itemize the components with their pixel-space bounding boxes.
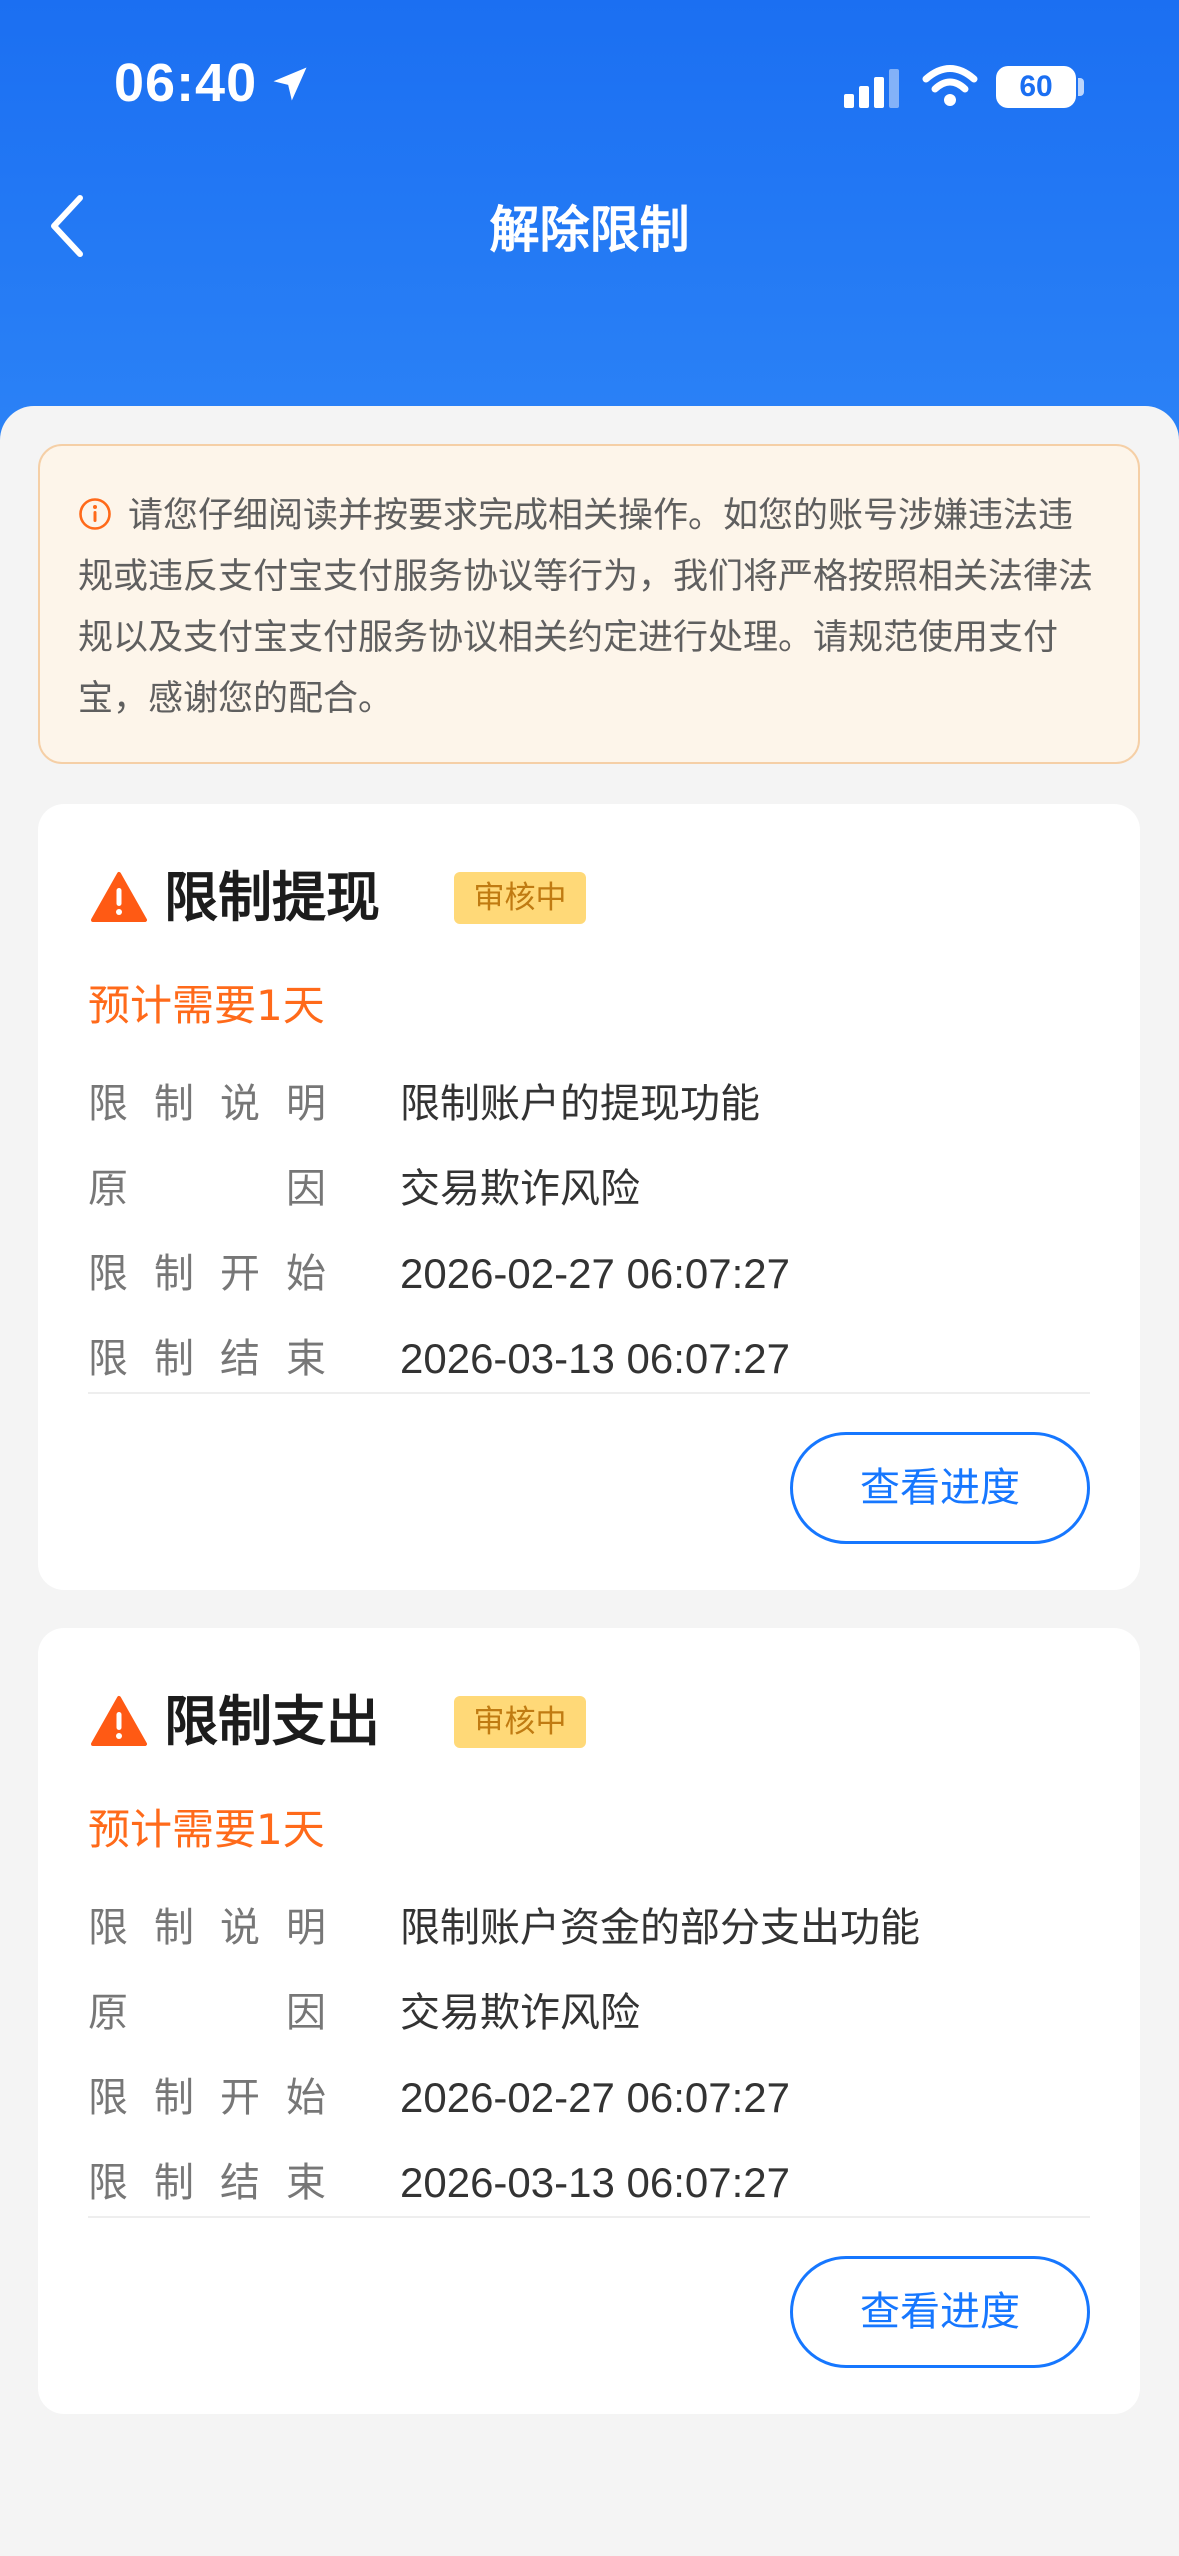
restriction-card-withdraw: 限制提现 审核中 预计需要1天 限制说明 限制账户的提现功能 原因 交易欺诈风险…	[38, 804, 1140, 1590]
status-badge: 审核中	[454, 1696, 586, 1748]
notice-text: 请您仔细阅读并按要求完成相关操作。如您的账号涉嫌违法违规或违反支付宝支付服务协议…	[78, 496, 1094, 719]
notice-box: 请您仔细阅读并按要求完成相关操作。如您的账号涉嫌违法违规或违反支付宝支付服务协议…	[38, 444, 1140, 764]
info-circle-icon	[79, 498, 111, 530]
battery-level: 60	[1019, 70, 1053, 103]
view-progress-button[interactable]: 查看进度	[790, 2256, 1090, 2368]
status-badge: 审核中	[454, 872, 586, 924]
divider	[88, 1392, 1090, 1394]
detail-row-end: 限制结束 2026-03-13 06:07:27	[88, 2153, 1088, 2213]
detail-value: 2026-02-27 06:07:27	[400, 1250, 790, 1297]
detail-value: 2026-02-27 06:07:27	[400, 2074, 790, 2121]
card-title: 限制提现	[164, 866, 380, 929]
status-time: 06:40	[114, 53, 258, 113]
restriction-card-spending: 限制支出 审核中 预计需要1天 限制说明 限制账户资金的部分支出功能 原因 交易…	[38, 1628, 1140, 2414]
card-title: 限制支出	[164, 1690, 380, 1753]
view-progress-button[interactable]: 查看进度	[790, 1432, 1090, 1544]
detail-value: 2026-03-13 06:07:27	[400, 1335, 790, 1382]
detail-label: 限制说明	[88, 1905, 326, 1951]
detail-value: 限制账户的提现功能	[400, 1081, 760, 1127]
detail-row-start: 限制开始 2026-02-27 06:07:27	[88, 2068, 1088, 2128]
detail-label: 原因	[88, 1990, 326, 2036]
wifi-icon	[922, 65, 978, 106]
location-arrow-icon	[273, 67, 307, 101]
page-title: 解除限制	[489, 201, 690, 259]
divider	[88, 2216, 1090, 2218]
detail-label: 限制说明	[88, 1081, 326, 1127]
detail-row-description: 限制说明 限制账户资金的部分支出功能	[88, 1898, 1088, 1958]
detail-row-end: 限制结束 2026-03-13 06:07:27	[88, 1329, 1088, 1389]
detail-row-reason: 原因 交易欺诈风险	[88, 1159, 1088, 1219]
notice-paragraph: 请您仔细阅读并按要求完成相关操作。如您的账号涉嫌违法违规或违反支付宝支付服务协议…	[78, 486, 1102, 730]
detail-value: 2026-03-13 06:07:27	[400, 2159, 790, 2206]
detail-value: 交易欺诈风险	[400, 1990, 640, 2036]
detail-row-start: 限制开始 2026-02-27 06:07:27	[88, 1244, 1088, 1304]
warning-triangle-icon	[91, 1696, 147, 1746]
detail-label: 限制开始	[88, 2075, 326, 2121]
status-bar: 06:40 60	[0, 0, 1179, 175]
battery-tip	[1078, 78, 1084, 96]
detail-value: 限制账户资金的部分支出功能	[400, 1905, 920, 1951]
battery-indicator: 60	[996, 66, 1076, 108]
detail-row-description: 限制说明 限制账户的提现功能	[88, 1074, 1088, 1134]
cellular-signal-icon	[844, 69, 899, 108]
estimate-text: 预计需要1天	[88, 1805, 325, 1854]
warning-triangle-icon	[91, 872, 147, 922]
detail-value: 交易欺诈风险	[400, 1166, 640, 1212]
estimate-text: 预计需要1天	[88, 981, 325, 1030]
detail-row-reason: 原因 交易欺诈风险	[88, 1983, 1088, 2043]
detail-label: 原因	[88, 1166, 326, 1212]
detail-label: 限制结束	[88, 1336, 326, 1382]
detail-label: 限制开始	[88, 1251, 326, 1297]
detail-label: 限制结束	[88, 2160, 326, 2206]
